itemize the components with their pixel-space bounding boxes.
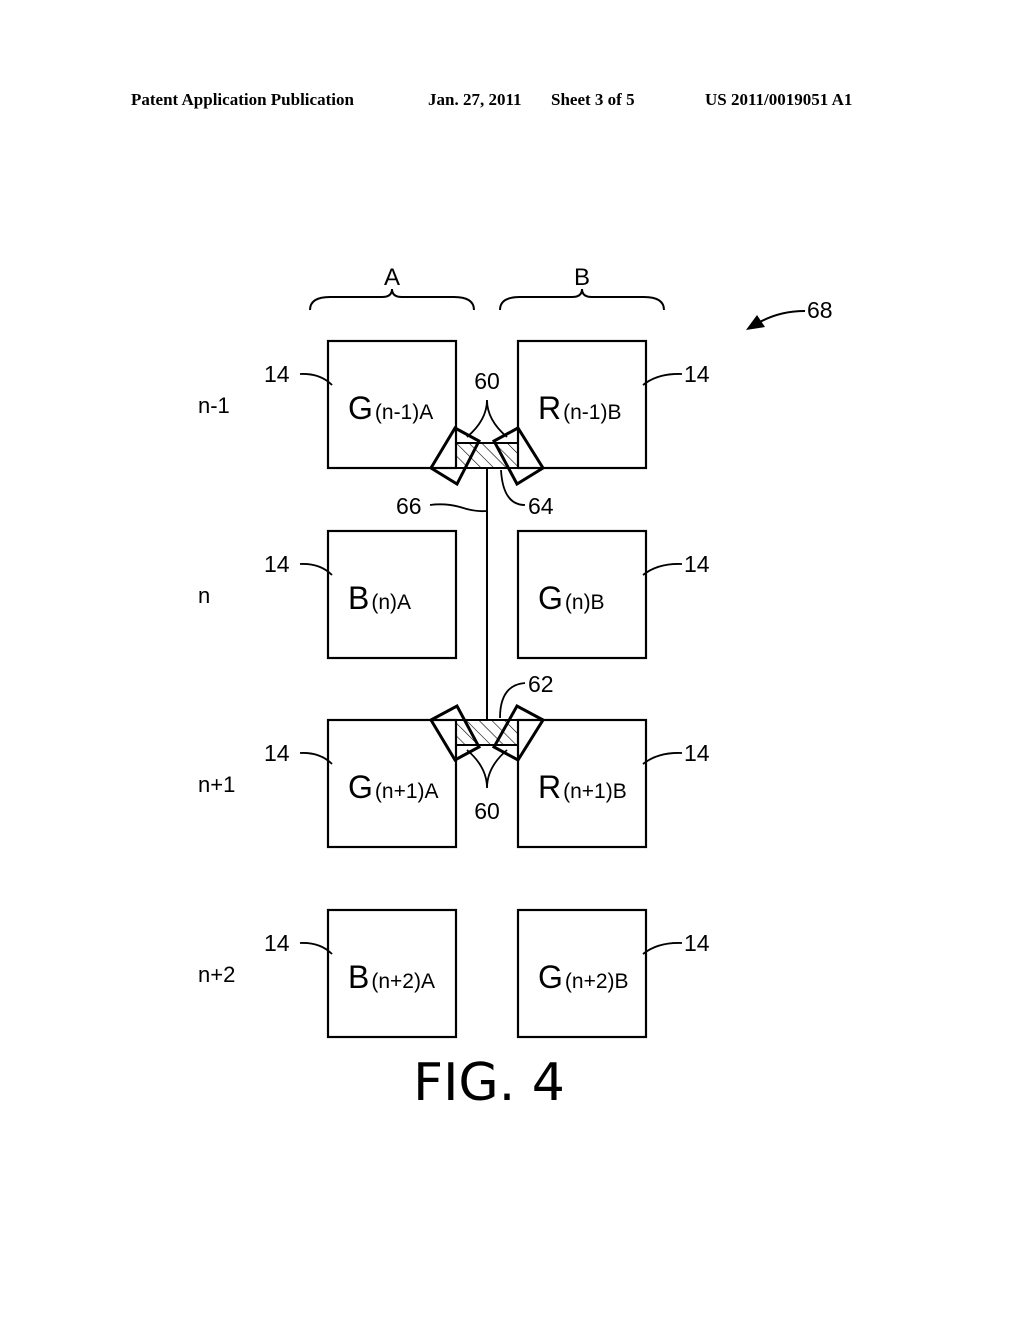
cell-subscript: (n)B: [565, 591, 605, 614]
cell-color-letter: B: [348, 580, 369, 616]
cell-subscript: (n-1)A: [375, 401, 433, 424]
row-label: n+2: [198, 962, 235, 987]
ref-60-bottom: 60: [474, 798, 500, 824]
ref-66: 66: [396, 493, 422, 519]
cell-subscript: (n+2)A: [371, 970, 435, 993]
cell-color-letter: R: [538, 390, 561, 426]
ref-14: 14: [684, 551, 710, 577]
ref-14: 14: [264, 930, 290, 956]
ref-62: 62: [528, 671, 554, 697]
pixel-cell-label: G(n)B: [538, 580, 605, 616]
pixel-cell-label: B(n+2)A: [348, 959, 435, 995]
pixel-cell-label: G(n+1)A: [348, 769, 439, 805]
row-label: n-1: [198, 393, 230, 418]
row-label: n+1: [198, 772, 235, 797]
ref-60-top: 60: [474, 368, 500, 394]
brace-b: [499, 288, 665, 311]
ref-68-leader: [759, 310, 806, 323]
ref-68: 68: [807, 297, 833, 323]
cell-color-letter: G: [348, 390, 373, 426]
cell-subscript: (n)A: [371, 591, 411, 614]
ref-14: 14: [684, 930, 710, 956]
arrow-icon: [746, 315, 765, 330]
column-label-a: A: [384, 264, 400, 291]
cell-subscript: (n+1)A: [375, 780, 439, 803]
ref-14: 14: [264, 740, 290, 766]
cell-color-letter: G: [538, 580, 563, 616]
pad-64: [455, 442, 519, 469]
ref-66-leader: [429, 503, 487, 513]
ref-14: 14: [684, 740, 710, 766]
bracket-60-bottom: [466, 749, 508, 789]
pixel-cell-label: R(n-1)B: [538, 390, 621, 426]
cell-subscript: (n-1)B: [563, 401, 621, 424]
ref-14: 14: [684, 361, 710, 387]
column-label-b: B: [574, 264, 590, 291]
ref-14-leader: [642, 752, 683, 765]
ref-14: 14: [264, 361, 290, 387]
brace-a: [309, 288, 475, 311]
ref-14: 14: [264, 551, 290, 577]
ref-64: 64: [528, 493, 554, 519]
pixel-cell-label: G(n-1)A: [348, 390, 433, 426]
cell-color-letter: R: [538, 769, 561, 805]
pixel-cell-label: R(n+1)B: [538, 769, 627, 805]
figure-caption: FIG. 4: [413, 1053, 565, 1113]
ref-14-leader: [642, 563, 683, 576]
row-label: n: [198, 583, 210, 608]
cell-color-letter: G: [538, 959, 563, 995]
cell-subscript: (n+1)B: [563, 780, 627, 803]
pixel-cell-label: B(n)A: [348, 580, 411, 616]
bracket-60-top: [466, 399, 508, 438]
ref-14-leader: [642, 373, 683, 386]
cell-subscript: (n+2)B: [565, 970, 629, 993]
figure-4-diagram: A B 68 n-1 G(n-1)A14R(n-1)B14n B(n)A14G(n)…: [198, 264, 833, 1113]
ref-14-leader: [642, 942, 683, 955]
cell-color-letter: B: [348, 959, 369, 995]
cell-color-letter: G: [348, 769, 373, 805]
pixel-cell-label: G(n+2)B: [538, 959, 629, 995]
